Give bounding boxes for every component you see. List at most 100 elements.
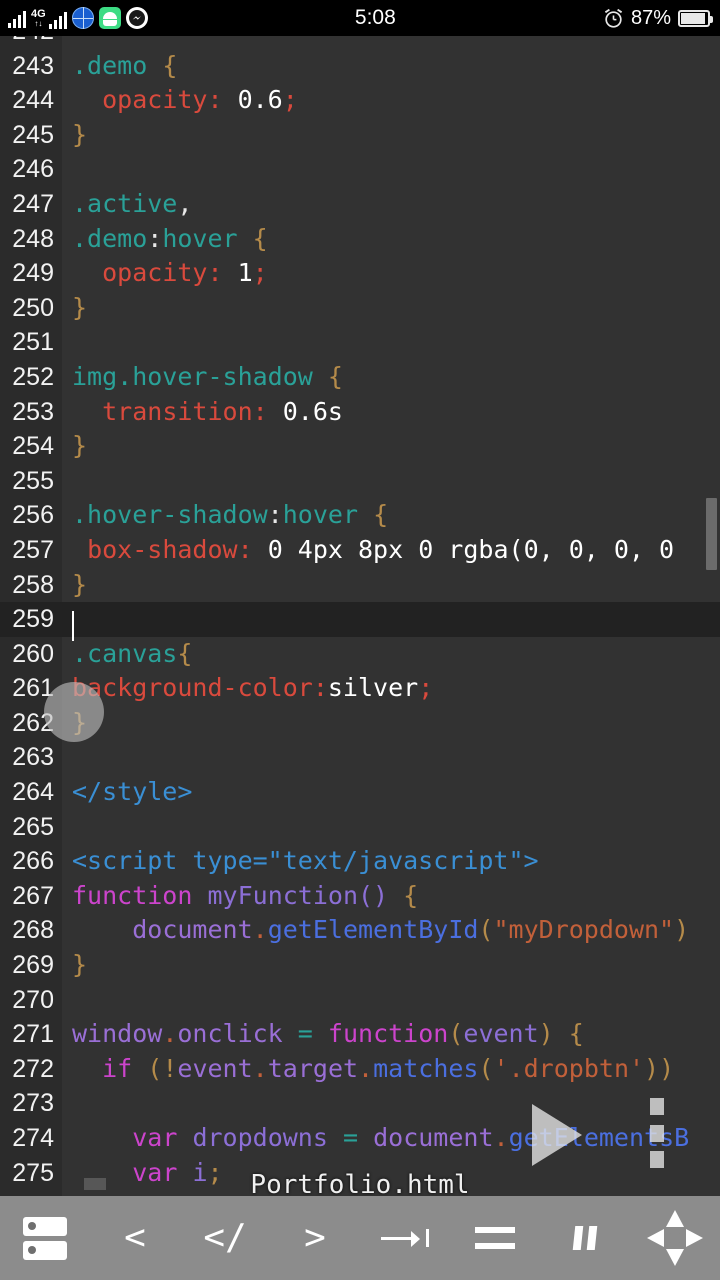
line-number: 270 bbox=[12, 985, 54, 1014]
code-line[interactable]: 273 bbox=[0, 1086, 720, 1121]
code-line-text: <script type="text/javascript"> bbox=[72, 844, 539, 879]
code-line[interactable]: 243 .demo { bbox=[0, 49, 720, 84]
android-icon bbox=[98, 7, 121, 29]
code-line[interactable]: 255 bbox=[0, 464, 720, 499]
code-line[interactable]: 247 .active, bbox=[0, 187, 720, 222]
network-arrows-label: ↑↓ bbox=[34, 19, 43, 28]
equals-button[interactable] bbox=[450, 1196, 540, 1280]
code-line-text: opacity: 0.6; bbox=[72, 83, 298, 118]
code-token: } bbox=[72, 431, 88, 461]
code-line-text: } bbox=[72, 429, 87, 464]
code-line[interactable]: 264 </style> bbox=[0, 775, 720, 810]
phone-screen: 4G ↑↓ 5:08 87% 243 .demo {244 opacity: … bbox=[0, 0, 720, 1280]
code-token: } bbox=[72, 119, 88, 149]
code-token: .active bbox=[72, 188, 178, 218]
text-caret bbox=[72, 611, 74, 641]
status-bar-clock: 5:08 bbox=[354, 6, 396, 29]
code-line[interactable]: 242 bbox=[0, 36, 720, 49]
code-line[interactable]: 248 .demo:hover { bbox=[0, 222, 720, 257]
code-token: { bbox=[162, 50, 178, 80]
more-vertical-icon[interactable] bbox=[650, 1098, 664, 1168]
code-line[interactable]: 250} bbox=[0, 291, 720, 326]
signal-bars-icon-2 bbox=[48, 9, 67, 29]
code-line[interactable]: 267 function myFunction() { bbox=[0, 879, 720, 914]
line-number: 254 bbox=[12, 432, 54, 461]
code-line-text: if (!event.target.matches('.dropbtn')) bbox=[72, 1052, 674, 1087]
line-number: 255 bbox=[12, 466, 54, 495]
code-token: ( bbox=[147, 1053, 163, 1083]
code-token: 0.6s bbox=[267, 396, 343, 426]
line-number: 247 bbox=[12, 189, 54, 218]
code-line[interactable]: 272 if (!event.target.matches('.dropbtn'… bbox=[0, 1052, 720, 1087]
code-line[interactable]: 263 bbox=[0, 740, 720, 775]
code-line[interactable]: 270 bbox=[0, 983, 720, 1018]
code-line[interactable]: 268 document.getElementById("myDropdown"… bbox=[0, 913, 720, 948]
line-number: 263 bbox=[12, 743, 54, 772]
close-tag-button[interactable]: </ bbox=[180, 1196, 270, 1280]
code-token: ( bbox=[478, 915, 494, 945]
code-line-text: } bbox=[72, 291, 87, 326]
code-token: = bbox=[297, 1019, 313, 1049]
code-token: img.hover-shadow bbox=[72, 361, 313, 391]
text-selection-handle[interactable] bbox=[44, 682, 104, 742]
angle-open-button[interactable]: < bbox=[90, 1196, 180, 1280]
code-line-text: } bbox=[72, 948, 87, 983]
code-line[interactable]: 252 img.hover-shadow { bbox=[0, 360, 720, 395]
navigate-button[interactable] bbox=[630, 1196, 720, 1280]
code-token: () bbox=[358, 880, 389, 910]
code-line[interactable]: 249 opacity: 1; bbox=[0, 256, 720, 291]
code-line[interactable]: 258} bbox=[0, 568, 720, 603]
code-line-text: } bbox=[72, 568, 87, 603]
code-line[interactable]: 260 .canvas{ bbox=[0, 637, 720, 672]
code-line[interactable]: 262} bbox=[0, 706, 720, 741]
code-line-text: .canvas{ bbox=[72, 637, 192, 672]
code-line[interactable]: 271 window.onclick = function(event) { bbox=[0, 1017, 720, 1052]
code-line[interactable]: 259 bbox=[0, 602, 720, 637]
code-token: ; bbox=[282, 85, 298, 115]
quote-button[interactable] bbox=[540, 1196, 630, 1280]
code-line-text: .active, bbox=[72, 187, 192, 222]
battery-icon bbox=[678, 9, 713, 27]
code-token: { bbox=[327, 361, 343, 391]
code-line[interactable]: 256 .hover-shadow:hover { bbox=[0, 498, 720, 533]
code-token: .demo bbox=[72, 223, 148, 253]
code-line[interactable]: 246 bbox=[0, 152, 720, 187]
code-line[interactable]: 253 transition: 0.6s bbox=[0, 395, 720, 430]
menu-list-button[interactable] bbox=[0, 1196, 90, 1280]
move-arrows-icon bbox=[647, 1210, 703, 1266]
code-line[interactable]: 245} bbox=[0, 118, 720, 153]
code-line[interactable]: 269} bbox=[0, 948, 720, 983]
angle-close-button[interactable]: > bbox=[270, 1196, 360, 1280]
code-line[interactable]: 261 background-color:silver; bbox=[0, 671, 720, 706]
greater-than-icon: > bbox=[304, 1217, 326, 1258]
line-number: 252 bbox=[12, 362, 54, 391]
code-token: 0.6 bbox=[222, 85, 283, 115]
tab-button[interactable] bbox=[360, 1196, 450, 1280]
line-number: 243 bbox=[12, 51, 54, 80]
code-token: myFunction bbox=[207, 880, 358, 910]
code-token: . bbox=[358, 1053, 374, 1083]
code-line[interactable]: 257 box-shadow: 0 4px 8px 0 rgba(0, 0, 0… bbox=[0, 533, 720, 568]
code-lines-container[interactable]: 242243.demo {244 opacity: 0.6;245}246247… bbox=[0, 36, 720, 1190]
code-line[interactable]: 251 bbox=[0, 325, 720, 360]
line-number: 245 bbox=[12, 120, 54, 149]
code-line[interactable]: 274 var dropdowns = document.getElements… bbox=[0, 1121, 720, 1156]
code-token: hover bbox=[162, 223, 238, 253]
code-editor[interactable]: 242243.demo {244 opacity: 0.6;245}246247… bbox=[0, 36, 720, 1196]
code-line[interactable]: 244 opacity: 0.6; bbox=[0, 83, 720, 118]
code-token: .hover-shadow bbox=[72, 500, 268, 530]
line-number: 250 bbox=[12, 293, 54, 322]
code-line[interactable]: 254} bbox=[0, 429, 720, 464]
code-line[interactable]: 266 <script type="text/javascript"> bbox=[0, 844, 720, 879]
code-line[interactable]: 265 bbox=[0, 810, 720, 845]
code-token: ) bbox=[538, 1019, 554, 1049]
line-number: 259 bbox=[12, 605, 54, 634]
vertical-scrollbar-thumb[interactable] bbox=[706, 498, 717, 570]
play-icon[interactable] bbox=[532, 1104, 582, 1166]
